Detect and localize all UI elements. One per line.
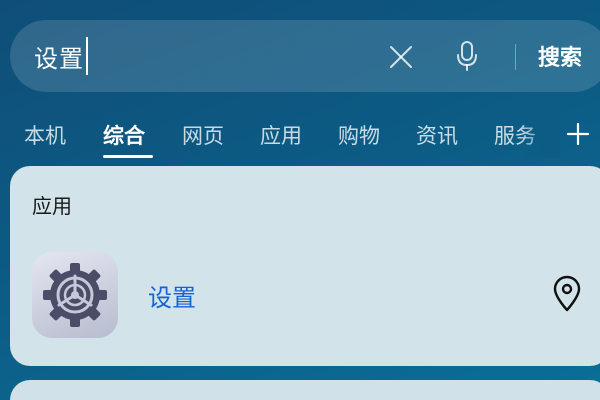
category-tabs: 本机 综合 网页 应用 购物 资讯 服务 bbox=[0, 112, 600, 160]
tab-all[interactable]: 综合 bbox=[103, 120, 145, 150]
tab-web[interactable]: 网页 bbox=[182, 120, 224, 150]
search-bar[interactable]: 设置 搜索 bbox=[10, 20, 600, 92]
tab-news[interactable]: 资讯 bbox=[416, 120, 458, 150]
app-name-link[interactable]: 设置 bbox=[148, 278, 196, 313]
search-query-text: 设置 bbox=[34, 44, 84, 73]
tab-apps[interactable]: 应用 bbox=[260, 120, 302, 150]
settings-app-icon[interactable] bbox=[32, 252, 118, 338]
active-tab-indicator bbox=[103, 155, 153, 158]
text-caret bbox=[86, 37, 88, 75]
tab-local[interactable]: 本机 bbox=[24, 120, 66, 150]
location-pin-icon[interactable] bbox=[550, 275, 584, 313]
settings-gear-icon bbox=[43, 263, 107, 327]
search-input[interactable]: 设置 bbox=[34, 20, 88, 92]
tabs-fade-overlay bbox=[520, 112, 560, 158]
search-divider bbox=[515, 44, 516, 70]
search-button[interactable]: 搜索 bbox=[538, 20, 582, 92]
app-results-card: 应用 设置 bbox=[10, 166, 600, 366]
add-tab-icon[interactable] bbox=[566, 122, 590, 146]
section-title: 应用 bbox=[32, 194, 72, 218]
tab-shopping[interactable]: 购物 bbox=[338, 120, 380, 150]
clear-icon[interactable] bbox=[388, 44, 414, 70]
microphone-icon[interactable] bbox=[454, 40, 480, 72]
next-results-card bbox=[10, 380, 600, 400]
